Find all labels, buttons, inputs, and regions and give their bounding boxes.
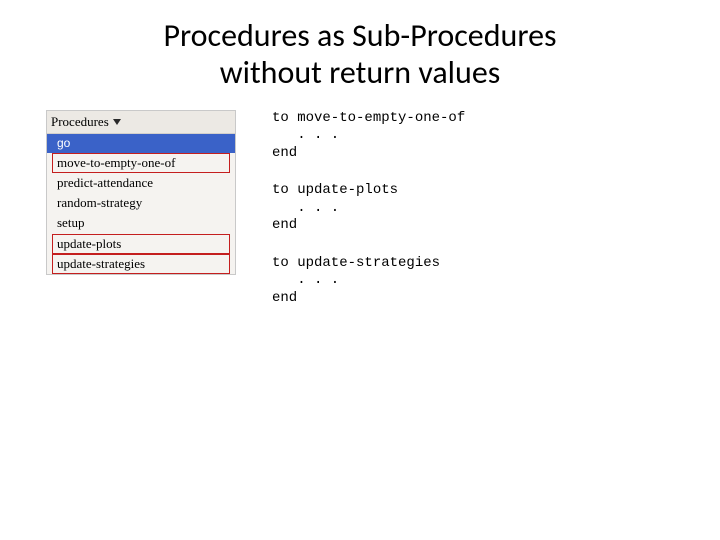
title-line-1: Procedures as Sub-Procedures	[163, 16, 556, 55]
proc-item-setup[interactable]: setup	[47, 213, 235, 233]
code-column: to move-to-empty-one-of . . . end to upd…	[272, 110, 465, 328]
code-line: to move-to-empty-one-of	[272, 110, 465, 126]
proc-item-predict-attendance[interactable]: predict-attendance	[47, 173, 235, 193]
code-line: to update-strategies	[272, 255, 440, 271]
code-line: . . .	[272, 200, 339, 216]
proc-item-move-to-empty-one-of[interactable]: move-to-empty-one-of	[47, 153, 235, 173]
proc-item-label: go	[57, 136, 229, 151]
code-line: end	[272, 217, 297, 233]
code-line: to update-plots	[272, 182, 398, 198]
code-line: . . .	[272, 127, 339, 143]
code-line: . . .	[272, 272, 339, 288]
proc-item-go[interactable]: go	[47, 134, 235, 153]
procedures-dropdown[interactable]: Procedures	[47, 111, 235, 134]
proc-item-label: random-strategy	[57, 195, 229, 211]
proc-item-label: update-plots	[57, 236, 229, 252]
procedures-list: go move-to-empty-one-of predict-attendan…	[47, 134, 235, 275]
dropdown-triangle-icon	[113, 119, 121, 125]
slide: Procedures as Sub-Procedures without ret…	[0, 0, 720, 540]
code-block-1: to move-to-empty-one-of . . . end	[272, 110, 465, 163]
proc-item-label: update-strategies	[57, 256, 229, 272]
title-line-2: without return values	[220, 53, 501, 92]
proc-item-label: predict-attendance	[57, 175, 229, 191]
slide-title: Procedures as Sub-Procedures without ret…	[40, 18, 680, 92]
proc-item-label: setup	[57, 215, 229, 231]
code-block-2: to update-plots . . . end	[272, 182, 465, 235]
proc-item-update-strategies[interactable]: update-strategies	[47, 254, 235, 274]
procedures-panel: Procedures go move-to-empty-one-of predi…	[46, 110, 236, 276]
proc-item-label: move-to-empty-one-of	[57, 155, 229, 171]
code-line: end	[272, 145, 297, 161]
procedures-header-label: Procedures	[51, 114, 109, 130]
proc-item-update-plots[interactable]: update-plots	[47, 234, 235, 254]
content-row: Procedures go move-to-empty-one-of predi…	[0, 110, 720, 328]
code-line: end	[272, 290, 297, 306]
proc-item-random-strategy[interactable]: random-strategy	[47, 193, 235, 213]
code-block-3: to update-strategies . . . end	[272, 255, 465, 308]
